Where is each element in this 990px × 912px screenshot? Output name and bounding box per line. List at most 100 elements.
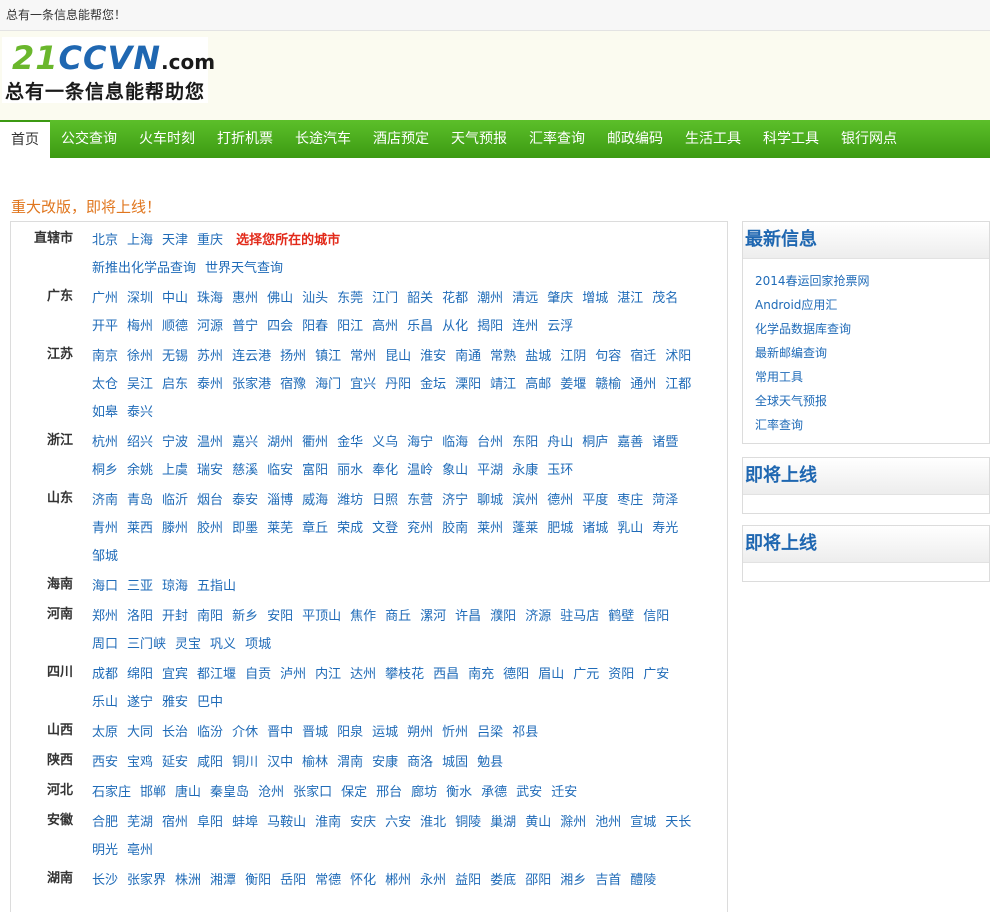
city-link[interactable]: 蓬莱 [512, 521, 538, 536]
city-link[interactable]: 祁县 [512, 725, 538, 740]
city-link[interactable]: 章丘 [302, 521, 328, 536]
city-link[interactable]: 泸州 [280, 667, 306, 682]
city-link[interactable]: 益阳 [455, 873, 481, 888]
city-link[interactable]: 大同 [127, 725, 153, 740]
city-link[interactable]: 太仓 [92, 377, 118, 392]
city-link[interactable]: 东莞 [337, 291, 363, 306]
city-link[interactable]: 洛阳 [127, 609, 153, 624]
city-link[interactable]: 迁安 [551, 785, 577, 800]
city-link[interactable]: 临汾 [197, 725, 223, 740]
city-link[interactable]: 资阳 [608, 667, 634, 682]
city-link[interactable]: 温岭 [407, 463, 433, 478]
city-link[interactable]: 句容 [595, 349, 621, 364]
city-link[interactable]: 肇庆 [547, 291, 573, 306]
city-link[interactable]: 临海 [442, 435, 468, 450]
city-link[interactable]: 芜湖 [127, 815, 153, 830]
city-link[interactable]: 榆林 [302, 755, 328, 770]
city-link[interactable]: 胶南 [442, 521, 468, 536]
city-link[interactable]: 安庆 [350, 815, 376, 830]
city-link[interactable]: 岳阳 [280, 873, 306, 888]
city-link[interactable]: 肥城 [547, 521, 573, 536]
city-link[interactable]: 宁波 [162, 435, 188, 450]
city-link[interactable]: 鹤壁 [608, 609, 634, 624]
city-link[interactable]: 邵阳 [525, 873, 551, 888]
city-link[interactable]: 阜阳 [197, 815, 223, 830]
city-link[interactable]: 湖州 [267, 435, 293, 450]
city-link[interactable]: 黄山 [525, 815, 551, 830]
city-link[interactable]: 海宁 [407, 435, 433, 450]
city-link[interactable]: 青岛 [127, 493, 153, 508]
sidebar-link[interactable]: Android应用汇 [755, 293, 989, 317]
city-link[interactable]: 金坛 [420, 377, 446, 392]
city-link[interactable]: 上虞 [162, 463, 188, 478]
city-link[interactable]: 池州 [595, 815, 621, 830]
city-link[interactable]: 五指山 [197, 579, 236, 594]
city-link[interactable]: 奉化 [372, 463, 398, 478]
city-link[interactable]: 长沙 [92, 873, 118, 888]
city-link[interactable]: 开平 [92, 319, 118, 334]
city-link[interactable]: 周口 [92, 637, 118, 652]
city-link[interactable]: 汉中 [267, 755, 293, 770]
city-link[interactable]: 巴中 [197, 695, 223, 710]
city-link[interactable]: 富阳 [302, 463, 328, 478]
city-link[interactable]: 勉县 [477, 755, 503, 770]
city-link[interactable]: 潮州 [477, 291, 503, 306]
city-link[interactable]: 瑞安 [197, 463, 223, 478]
city-link[interactable]: 普宁 [232, 319, 258, 334]
city-link[interactable]: 南阳 [197, 609, 223, 624]
city-link[interactable]: 湛江 [617, 291, 643, 306]
city-link[interactable]: 咸阳 [197, 755, 223, 770]
city-link[interactable]: 沧州 [258, 785, 284, 800]
city-link[interactable]: 郑州 [92, 609, 118, 624]
city-link[interactable]: 淮南 [315, 815, 341, 830]
city-link[interactable]: 安阳 [267, 609, 293, 624]
city-link[interactable]: 唐山 [175, 785, 201, 800]
city-link[interactable]: 运城 [372, 725, 398, 740]
city-link[interactable]: 宣城 [630, 815, 656, 830]
city-link[interactable]: 吕梁 [477, 725, 503, 740]
city-link[interactable]: 攀枝花 [385, 667, 424, 682]
city-link[interactable]: 赣榆 [595, 377, 621, 392]
city-link[interactable]: 莱州 [477, 521, 503, 536]
city-link[interactable]: 苏州 [197, 349, 223, 364]
city-link[interactable]: 遂宁 [127, 695, 153, 710]
nav-item-10[interactable]: 科学工具 [752, 120, 830, 158]
city-link[interactable]: 广元 [573, 667, 599, 682]
city-link[interactable]: 南通 [455, 349, 481, 364]
city-link[interactable]: 盐城 [525, 349, 551, 364]
city-link[interactable]: 宿州 [162, 815, 188, 830]
city-link[interactable]: 云浮 [547, 319, 573, 334]
city-link[interactable]: 湘乡 [560, 873, 586, 888]
sidebar-link[interactable]: 全球天气预报 [755, 389, 989, 413]
sidebar-link[interactable]: 2014春运回家抢票网 [755, 269, 989, 293]
city-link[interactable]: 河源 [197, 319, 223, 334]
city-link[interactable]: 玉环 [547, 463, 573, 478]
city-link[interactable]: 新乡 [232, 609, 258, 624]
city-link[interactable]: 秦皇岛 [210, 785, 249, 800]
city-link[interactable]: 江都 [665, 377, 691, 392]
city-link[interactable]: 眉山 [538, 667, 564, 682]
city-link[interactable]: 常德 [315, 873, 341, 888]
city-link[interactable]: 城固 [442, 755, 468, 770]
city-link[interactable]: 滨州 [512, 493, 538, 508]
city-link[interactable]: 雅安 [162, 695, 188, 710]
city-link[interactable]: 南充 [468, 667, 494, 682]
city-link[interactable]: 昆山 [385, 349, 411, 364]
city-link[interactable]: 嘉兴 [232, 435, 258, 450]
city-link[interactable]: 连云港 [232, 349, 271, 364]
nav-item-3[interactable]: 打折机票 [206, 120, 284, 158]
city-link[interactable]: 从化 [442, 319, 468, 334]
city-link[interactable]: 天长 [665, 815, 691, 830]
city-link[interactable]: 武安 [516, 785, 542, 800]
city-link[interactable]: 南京 [92, 349, 118, 364]
city-link[interactable]: 阳江 [337, 319, 363, 334]
city-link[interactable]: 成都 [92, 667, 118, 682]
city-link[interactable]: 四会 [267, 319, 293, 334]
city-link[interactable]: 吴江 [127, 377, 153, 392]
nav-item-1[interactable]: 公交查询 [50, 120, 128, 158]
city-link[interactable]: 沭阳 [665, 349, 691, 364]
city-link[interactable]: 渭南 [337, 755, 363, 770]
city-link[interactable]: 花都 [442, 291, 468, 306]
city-link[interactable]: 醴陵 [630, 873, 656, 888]
city-link[interactable]: 舟山 [547, 435, 573, 450]
